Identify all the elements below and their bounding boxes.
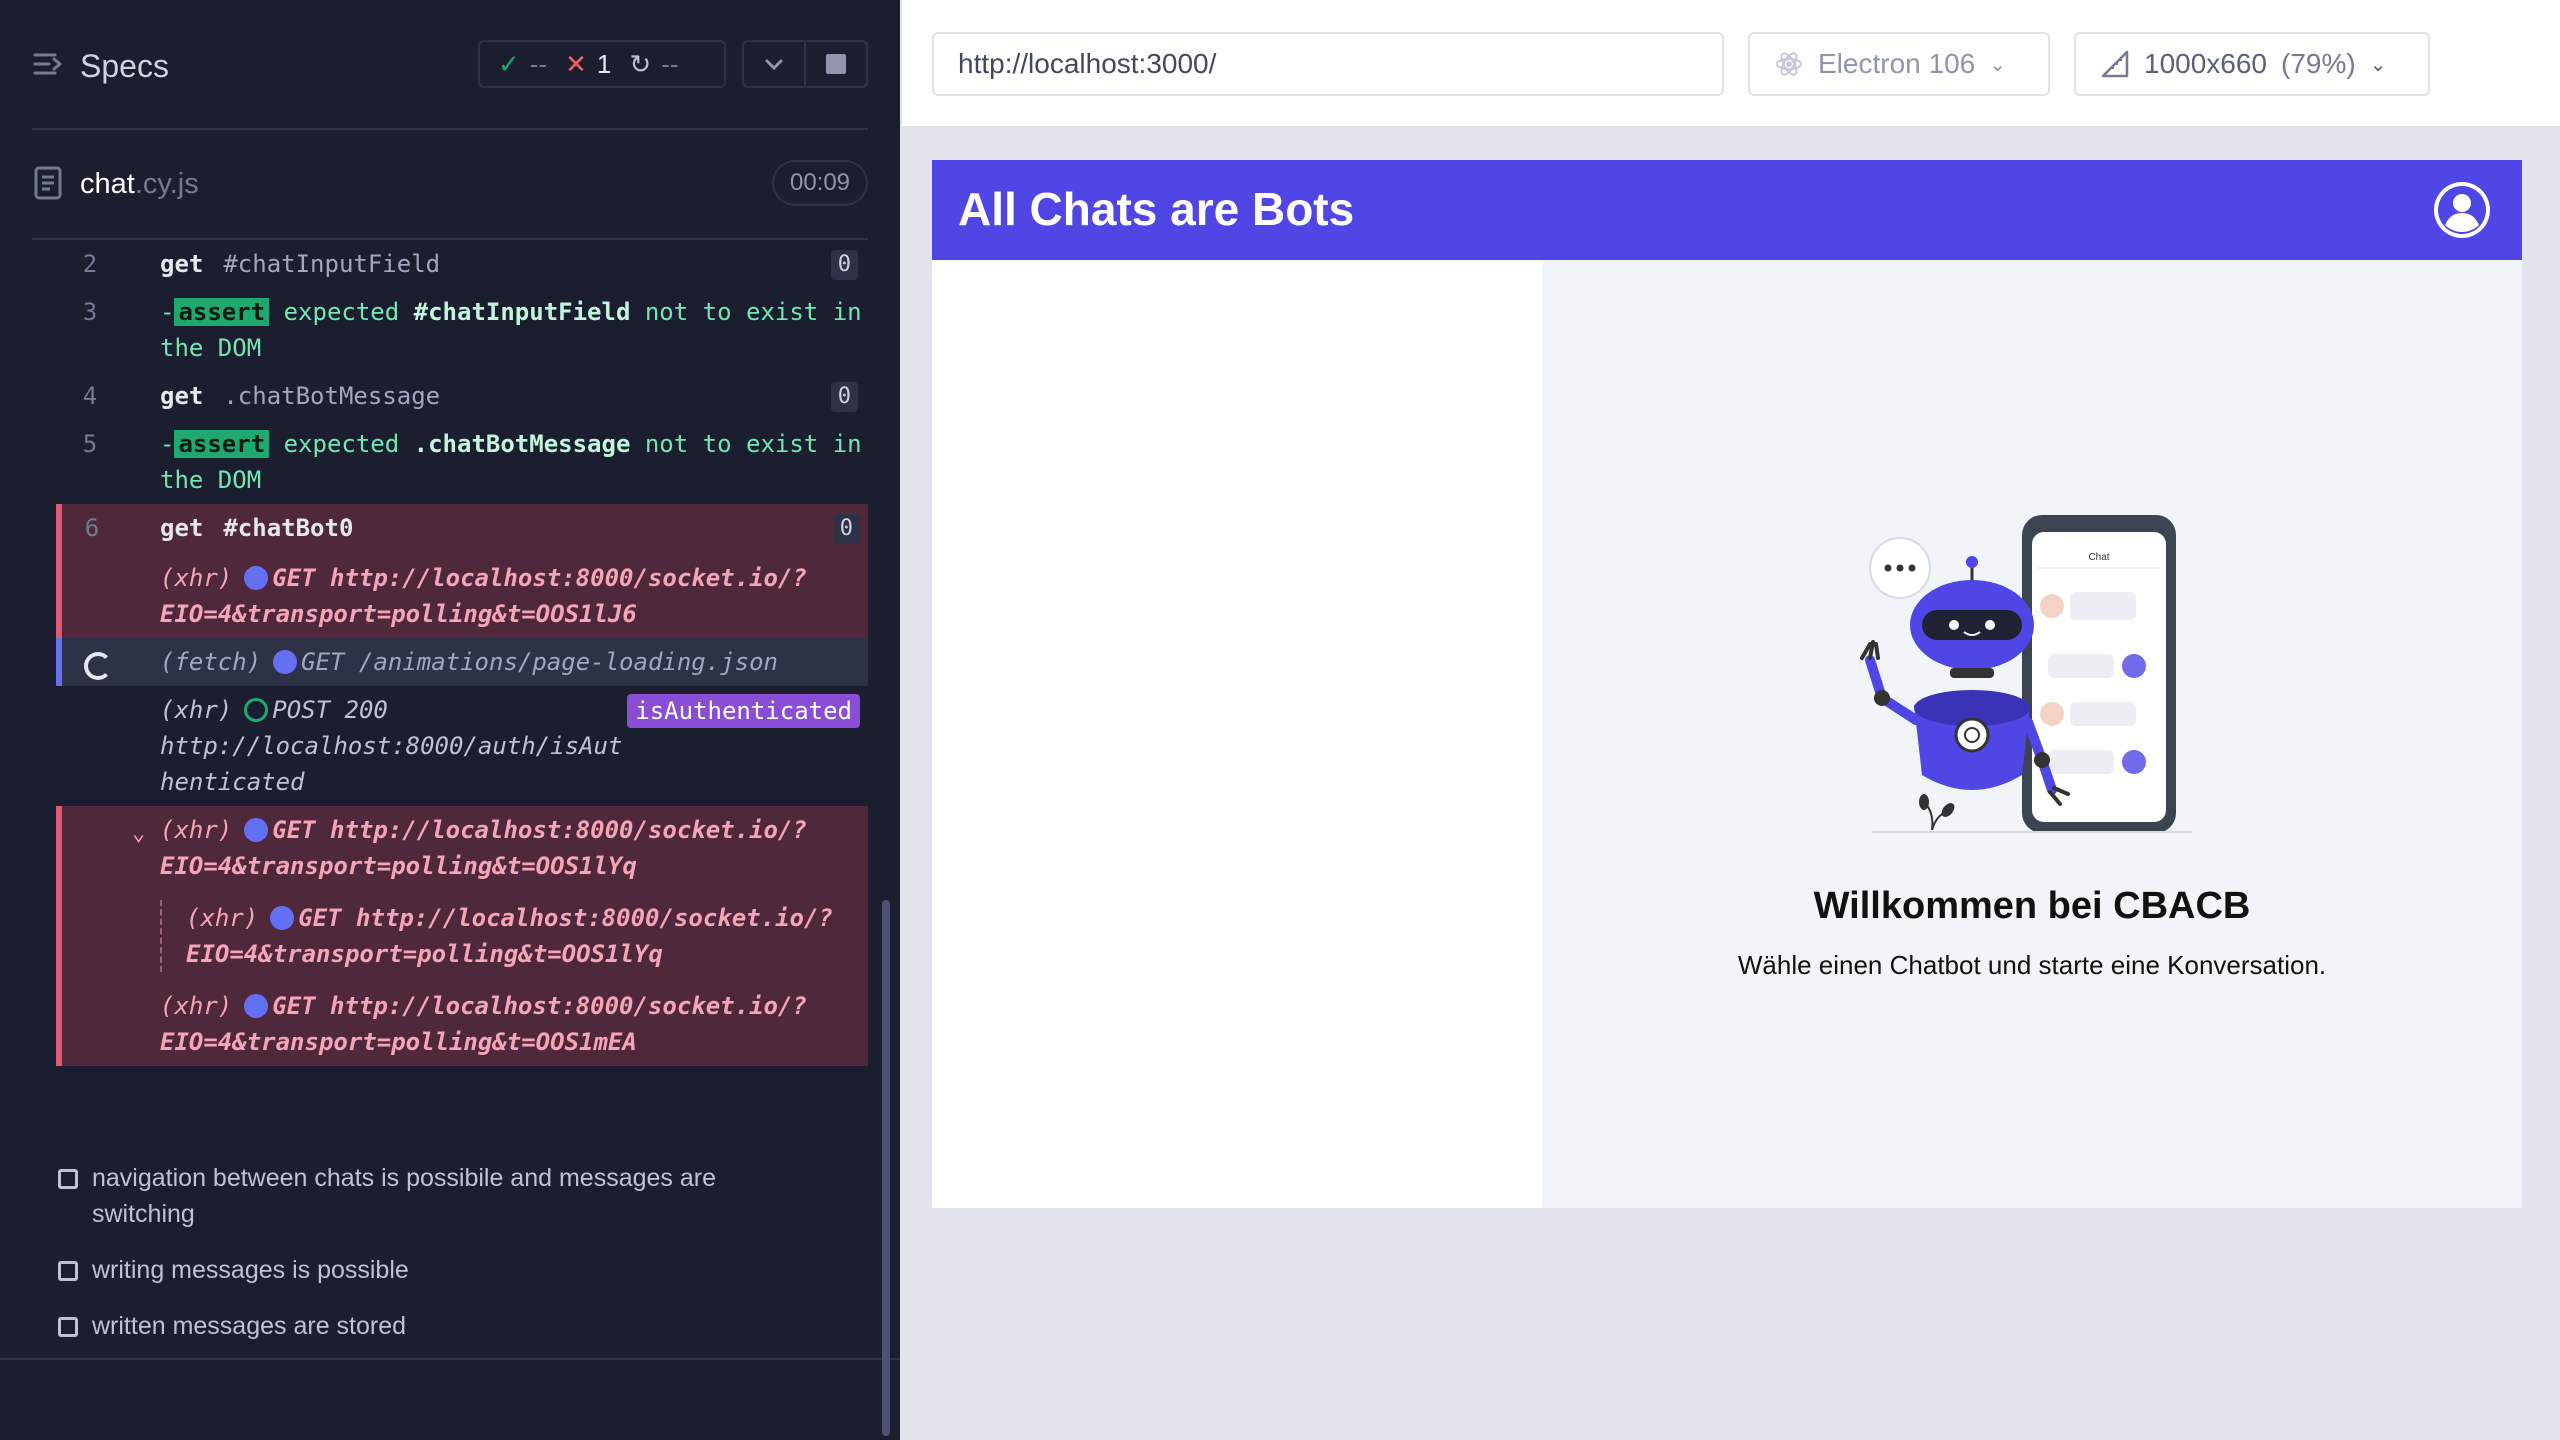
command-list: 2 get #chatInputField 0 3 - assert expecte… <box>0 240 900 1066</box>
spec-file-row: chat.cy.js 00:09 <box>0 150 900 230</box>
request-dot-icon <box>244 818 269 842</box>
app-header: All Chats are Bots <box>932 160 2522 260</box>
svg-text:Chat: Chat <box>2088 552 2109 563</box>
chevron-down-icon[interactable]: ⌄ <box>132 816 145 852</box>
command-row[interactable]: 3 - assert expected #chatInputField not t… <box>0 288 900 372</box>
divider <box>32 128 868 130</box>
chevron-down-icon: ⌄ <box>2369 53 2387 76</box>
element-count-badge: 0 <box>830 382 858 412</box>
chat-main-area: Chat Willkommen bei CBACB Wähle einen Ch… <box>1542 260 2522 1208</box>
viewport-selector[interactable]: 1000x660 (79%) ⌄ <box>2074 32 2430 96</box>
command-row[interactable]: 4 get .chatBotMessage 0 <box>0 372 900 420</box>
assert-badge: assert <box>174 430 270 458</box>
cross-icon: ✕ <box>565 48 587 79</box>
divider <box>0 1358 900 1360</box>
browser-selector[interactable]: Electron 106 ⌄ <box>1748 32 2050 96</box>
collapse-button[interactable] <box>744 42 804 86</box>
run-controls <box>742 40 868 88</box>
ruler-icon <box>2101 50 2129 78</box>
chevron-down-icon <box>765 59 783 71</box>
browser-toolbar: http://localhost:3000/ Electron 106 ⌄ 10… <box>902 0 2560 128</box>
url-bar[interactable]: http://localhost:3000/ <box>932 32 1724 96</box>
panel-divider[interactable] <box>900 0 902 1440</box>
xhr-request-nested[interactable]: (xhr) GET http://localhost:8000/socket.io… <box>160 900 848 972</box>
user-profile-icon[interactable] <box>2432 180 2492 240</box>
stop-button[interactable] <box>804 42 866 86</box>
reporter-header: Specs ✓ -- ✕ 1 ↻ -- <box>0 0 900 130</box>
welcome-subtitle: Wähle einen Chatbot und starte eine Konv… <box>1737 950 2327 980</box>
welcome-title: Willkommen bei CBACB <box>1813 885 2251 927</box>
test-item[interactable]: navigation between chats is possibile an… <box>0 1160 900 1252</box>
app-preview-frame: All Chats are Bots Chat Willkommen bei C… <box>932 160 2522 1208</box>
spec-file-name[interactable]: chat.cy.js <box>80 168 199 201</box>
document-icon <box>34 166 62 200</box>
test-status-icon <box>58 1317 78 1337</box>
test-stats: ✓ -- ✕ 1 ↻ -- <box>478 40 726 88</box>
stop-icon <box>826 54 846 74</box>
electron-icon <box>1776 52 1802 76</box>
passed-stat: ✓ -- <box>498 48 548 79</box>
command-row[interactable]: 2 get #chatInputField 0 <box>0 240 900 288</box>
failed-stat: ✕ 1 <box>565 48 612 79</box>
failed-request-group[interactable]: ⌄ (xhr) GET http://localhost:8000/socket.… <box>56 806 868 1066</box>
loading-spinner-icon <box>84 652 112 680</box>
chat-sidebar <box>932 260 1542 1208</box>
failed-command-row[interactable]: 6 get #chatBot0 0 (xhr) GET http://localho… <box>56 504 868 638</box>
run-duration: 00:09 <box>772 160 868 206</box>
xhr-request[interactable]: (xhr) GET http://localhost:8000/socket.io… <box>160 560 848 632</box>
element-count-badge: 0 <box>832 514 860 544</box>
xhr-request[interactable]: (xhr) GET http://localhost:8000/socket.io… <box>160 988 848 1060</box>
scrollbar[interactable] <box>882 900 890 1436</box>
request-complete-icon <box>244 698 269 722</box>
specs-label[interactable]: Specs <box>80 48 169 85</box>
request-dot-icon <box>244 566 269 590</box>
check-icon: ✓ <box>498 48 520 79</box>
pending-circle-icon: ↻ <box>629 48 652 79</box>
xhr-request[interactable]: (xhr) GET http://localhost:8000/socket.io… <box>160 812 848 884</box>
request-dot-icon <box>244 994 269 1018</box>
chatbot-illustration: Chat <box>1860 515 2192 833</box>
test-status-icon <box>58 1261 78 1281</box>
alias-badge: isAuthenticated <box>627 694 860 728</box>
specs-list-toggle-icon[interactable] <box>32 48 64 80</box>
test-item[interactable]: writing messages is possible <box>0 1252 900 1308</box>
request-dot-icon <box>270 906 295 930</box>
assert-badge: assert <box>174 298 270 326</box>
element-count-badge: 0 <box>830 250 858 280</box>
test-status-icon <box>58 1169 78 1189</box>
command-row[interactable]: 5 - assert expected .chatBotMessage not t… <box>0 420 900 504</box>
chevron-down-icon: ⌄ <box>1989 53 2006 76</box>
request-row[interactable]: (xhr) POST 200 isAuthenticated http://loc… <box>0 686 900 806</box>
pending-request-row[interactable]: (fetch) GET /animations/page-loading.json <box>56 638 868 686</box>
request-dot-icon <box>273 650 298 674</box>
app-title: All Chats are Bots <box>958 183 1355 235</box>
test-list: navigation between chats is possibile an… <box>0 1160 900 1364</box>
command-log-panel: Specs ✓ -- ✕ 1 ↻ -- chat.cy.js 00:09 2 g… <box>0 0 900 1440</box>
test-item[interactable]: written messages are stored <box>0 1308 900 1364</box>
pending-stat: ↻ -- <box>629 48 679 79</box>
